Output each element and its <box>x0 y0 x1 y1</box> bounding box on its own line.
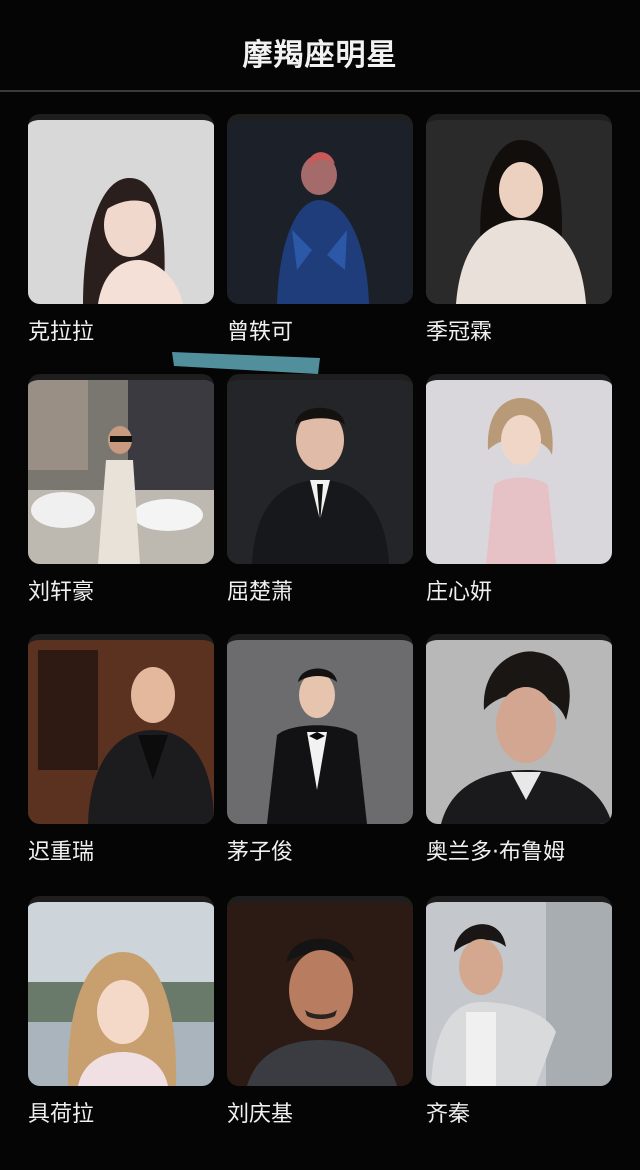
celebrity-name: 具荷拉 <box>28 1102 95 1127</box>
celebrity-name: 曾轶可 <box>227 320 294 345</box>
celebrity-photo[interactable] <box>426 374 612 564</box>
celebrity-photo[interactable] <box>426 114 612 304</box>
celebrity-name: 茅子俊 <box>227 840 294 865</box>
celebrity-photo[interactable] <box>227 374 413 564</box>
celebrity-name: 克拉拉 <box>28 320 95 345</box>
celebrity-name: 迟重瑞 <box>28 840 95 865</box>
celebrity-name: 刘轩豪 <box>28 580 95 605</box>
celebrity-name: 奥兰多·布鲁姆 <box>426 840 565 865</box>
celebrity-photo[interactable] <box>426 896 612 1086</box>
celebrity-grid: 克拉拉 曾轶可 季冠霖 刘轩豪 屈楚萧 庄心妍 迟重瑞 茅子俊 奥兰多·布鲁姆 … <box>0 0 640 1170</box>
celebrity-photo[interactable] <box>426 634 612 824</box>
celebrity-name: 庄心妍 <box>426 580 493 605</box>
celebrity-photo[interactable] <box>28 634 214 824</box>
celebrity-name: 刘庆基 <box>227 1102 294 1127</box>
celebrity-name: 齐秦 <box>426 1102 471 1127</box>
celebrity-photo[interactable] <box>28 114 214 304</box>
celebrity-photo[interactable] <box>227 896 413 1086</box>
celebrity-photo[interactable] <box>227 114 413 304</box>
highlighter-scribble <box>172 352 320 374</box>
celebrity-photo[interactable] <box>28 374 214 564</box>
celebrity-name: 季冠霖 <box>426 320 493 345</box>
celebrity-photo[interactable] <box>28 896 214 1086</box>
celebrity-photo[interactable] <box>227 634 413 824</box>
celebrity-name: 屈楚萧 <box>227 580 294 605</box>
